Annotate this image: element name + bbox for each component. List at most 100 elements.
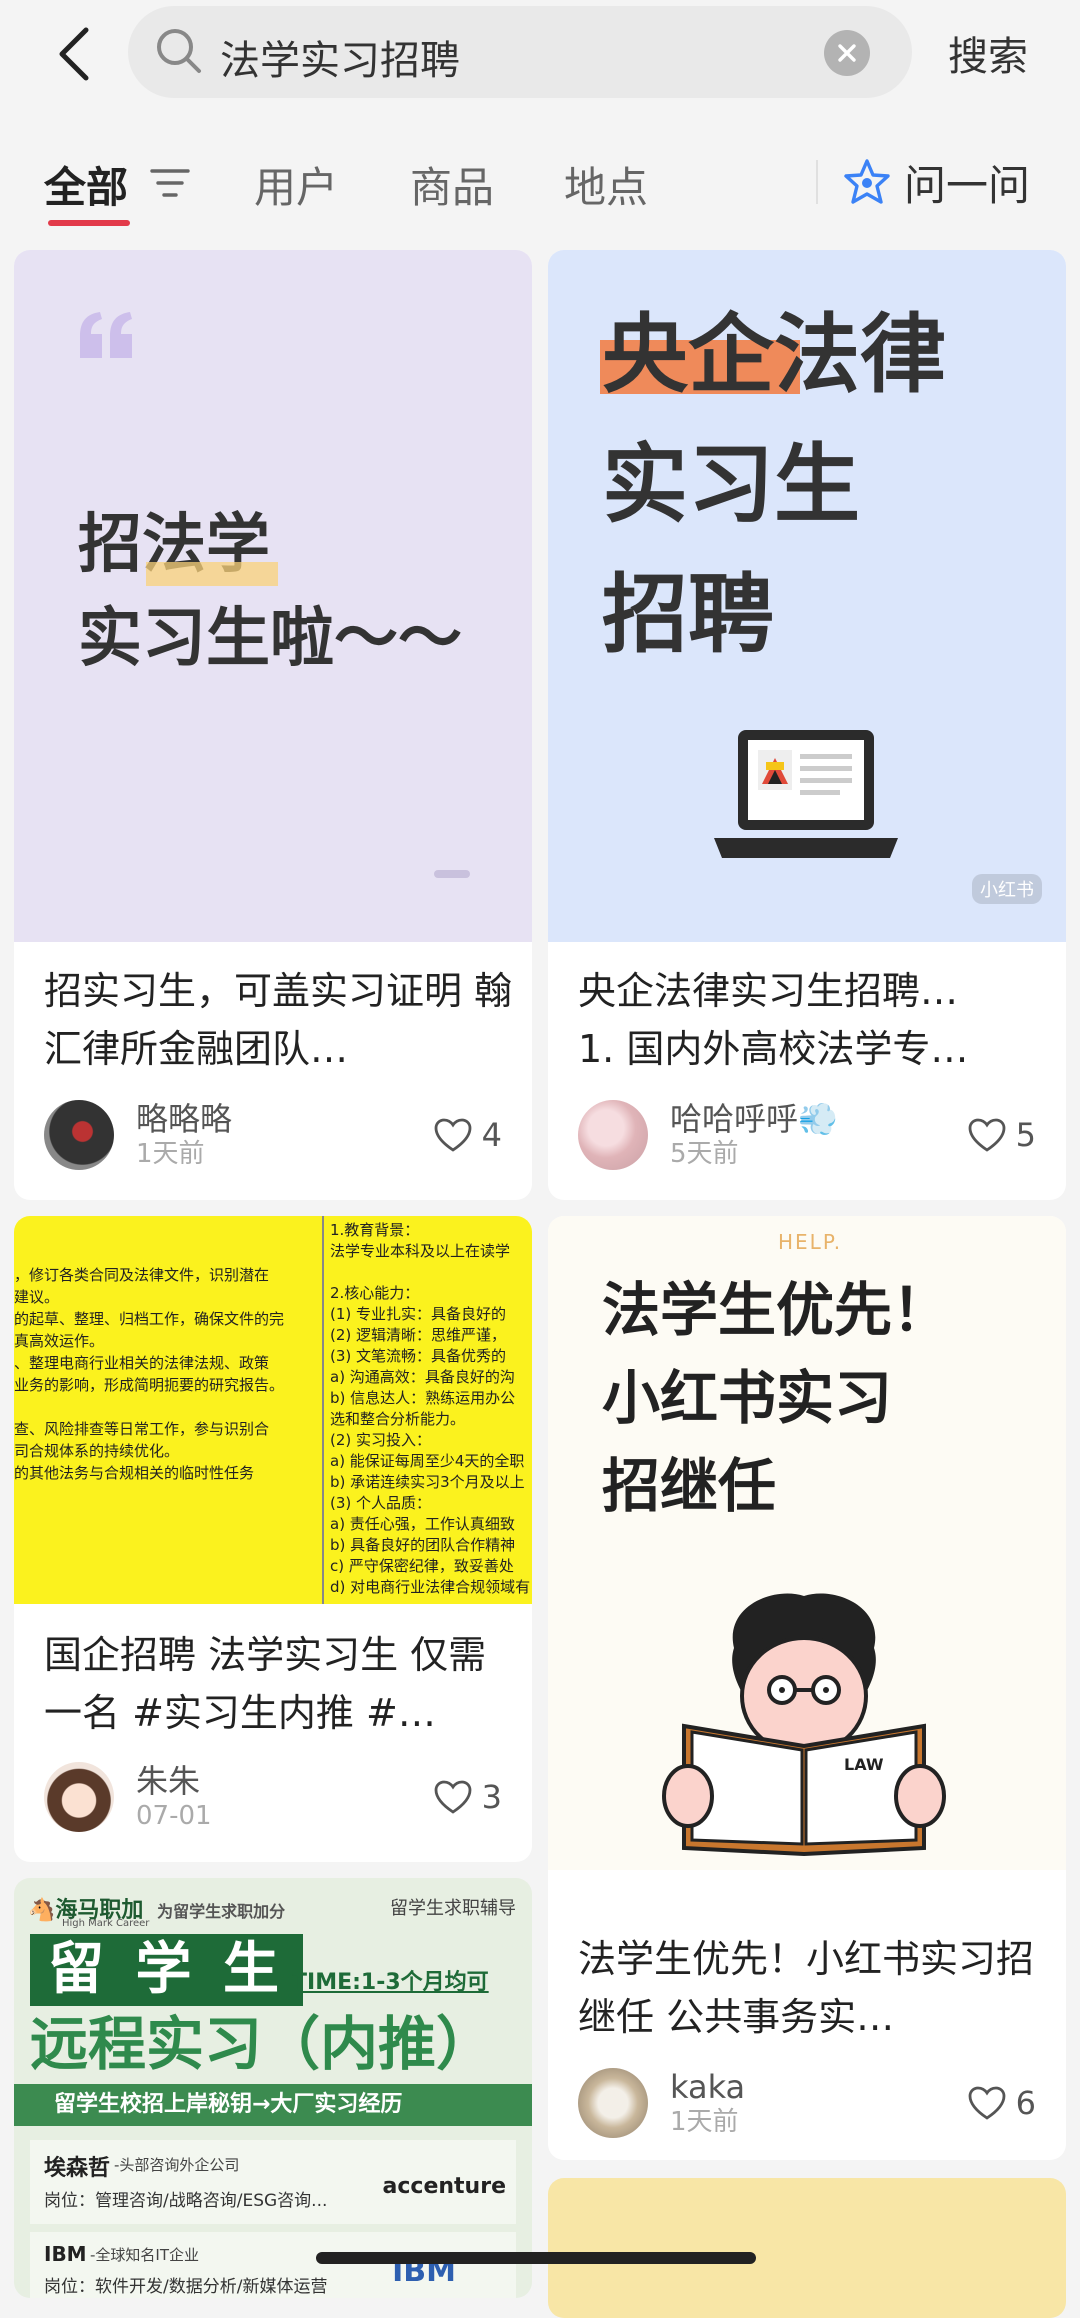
top-bar: 法学实习招聘 搜索 <box>0 0 1080 110</box>
cover-line-2: 小红书实习 <box>602 1364 893 1432</box>
laptop-icon <box>714 730 898 858</box>
cover-text-left: ，修订各类合同及法律文件，识别潜在 建议。 的起草、整理、归档工作，确保文件的完 真高… <box>14 1220 318 1484</box>
cover-text-line <box>330 1262 532 1283</box>
cover-text-line: (2) 逻辑清晰：思维严谨， <box>330 1326 507 1344</box>
active-tab-indicator <box>48 220 130 226</box>
headline-1: 留 学 生 <box>30 1934 303 2006</box>
headline-2: 远程实习（内推） <box>30 2010 495 2078</box>
note-card-3[interactable]: ，修订各类合同及法律文件，识别潜在 建议。 的起草、整理、归档工作，确保文件的完 真高… <box>14 1216 532 1862</box>
cover-text-line: 的起草、整理、归档工作，确保文件的完 <box>14 1310 285 1328</box>
search-box[interactable]: 法学实习招聘 <box>128 6 912 98</box>
cover-text-line: 2.核心能力： <box>330 1284 420 1302</box>
tab-divider <box>816 160 818 204</box>
cover-text-line: a) 能保证每周至少4天的全职 <box>330 1452 525 1470</box>
card-title: 央企法律实习生招聘… 1. 国内外高校法学专… <box>578 969 969 1071</box>
ask-label: 问一问 <box>904 161 1031 210</box>
cover-text-line: 法学专业本科及以上在读学 <box>330 1242 511 1260</box>
avatar <box>578 2068 648 2138</box>
cover-text-line: d) 对电商行业法律合规领域有 <box>330 1578 531 1596</box>
filter-tabs: 全部 用户 商品 地点 问一问 <box>0 130 1080 230</box>
cover-text-line: 司合规体系的持续优化。 <box>14 1442 180 1460</box>
tab-places[interactable]: 地点 <box>564 154 648 215</box>
card-author[interactable]: 哈哈呼呼💨 5天前 <box>578 1100 838 1170</box>
cover-text-line: a) 沟通高效：具备良好的沟 <box>330 1368 515 1386</box>
note-card-6[interactable] <box>548 2178 1066 2318</box>
cover-text-line: 、整理电商行业相关的法律法规、政策 <box>14 1354 270 1372</box>
card-cover: 央企法律 实习生 招聘 小红书 <box>548 250 1066 942</box>
heart-icon <box>434 1780 472 1814</box>
cover-text-line <box>14 1396 318 1418</box>
cover-text-line: b) 信息达人：熟练运用办公 <box>330 1389 516 1407</box>
post-time: 1天前 <box>670 2107 739 2137</box>
author-name: kaka <box>670 2068 746 2106</box>
cover-text-line: c) 严守保密纪律，致妥善处 <box>330 1557 514 1575</box>
avatar <box>44 1100 114 1170</box>
card-title: 国企招聘 法学实习生 仅需一名 #实习生内推 #… <box>44 1633 487 1735</box>
note-card-4[interactable]: HELP. 法学生优先！ 小红书实习 招继任 LAW 法学生优先！小红书实习招继… <box>548 1216 1066 2160</box>
cover-text-line: 业务的影响，形成简明扼要的研究报告。 <box>14 1376 285 1394</box>
watermark: 小红书 <box>972 874 1042 904</box>
cover-text-line: 的其他法务与合规相关的临时性任务 <box>14 1464 255 1482</box>
tab-products[interactable]: 商品 <box>410 154 494 215</box>
cover-text-line: 1.教育背景： <box>330 1221 420 1239</box>
student-reading-illustration: LAW <box>662 1593 946 1856</box>
card-title: 法学生优先！小红书实习招继任 公共事务实… <box>578 1937 1035 2039</box>
cover-text-line: b) 承诺连续实习3个月及以上 <box>330 1473 525 1491</box>
cover-column-divider <box>322 1216 324 1604</box>
note-card-1[interactable]: 招法学 实习生啦～～ 招实习生，可盖实习证明 翰汇律所金融团队… 略略略 1天前 … <box>14 250 532 1200</box>
heart-icon <box>968 1118 1006 1152</box>
highlight-mark <box>146 562 278 586</box>
note-card-5[interactable]: 🐴海马职加 为留学生求职加分 High Mark Career 留学生求职辅导 … <box>14 1878 532 2298</box>
cover-line-2: 实习生 <box>602 435 860 535</box>
heart-icon <box>434 1118 472 1152</box>
search-button[interactable]: 搜索 <box>948 24 1028 82</box>
company-row-2: IBM -全球知名IT企业 岗位：软件开发/数据分析/新媒体运营 IBM <box>30 2232 516 2298</box>
cover-text-line: 真高效运作。 <box>14 1332 105 1350</box>
ask-button[interactable]: 问一问 <box>842 152 1030 213</box>
card-author[interactable]: kaka 1天前 <box>578 2068 745 2138</box>
like-button[interactable]: 4 <box>434 1116 502 1154</box>
back-button[interactable] <box>44 24 104 84</box>
ask-star-icon <box>844 158 890 204</box>
post-time: 07-01 <box>136 1801 212 1831</box>
tab-users[interactable]: 用户 <box>254 154 338 215</box>
cover-text-line: (3) 个人品质： <box>330 1494 432 1512</box>
cover-text-line: b) 具备良好的团队合作精神 <box>330 1536 516 1554</box>
author-name: 略略略 <box>136 1100 233 1138</box>
book-label: LAW <box>844 1755 884 1774</box>
cover-line-3: 招聘 <box>602 565 774 665</box>
filter-icon[interactable] <box>150 168 190 198</box>
card-cover: ，修订各类合同及法律文件，识别潜在 建议。 的起草、整理、归档工作，确保文件的完 真高… <box>14 1216 532 1604</box>
author-name: 哈哈呼呼💨 <box>670 1100 838 1138</box>
company-row-1: 埃森哲 -头部咨询外企公司 岗位：管理咨询/战略咨询/ESG咨询... acce… <box>30 2140 516 2224</box>
note-card-2[interactable]: 央企法律 实习生 招聘 小红书 央企法律实习生招聘… 1. 国内外高校法学专… … <box>548 250 1066 1200</box>
cover-text-right: 1.教育背景： 法学专业本科及以上在读学 2.核心能力： (1) 专业扎实：具备良好… <box>330 1220 532 1598</box>
like-count: 6 <box>1015 2084 1036 2122</box>
like-button[interactable]: 3 <box>434 1778 502 1816</box>
search-input[interactable]: 法学实习招聘 <box>220 28 460 86</box>
back-arrow-icon <box>59 27 89 81</box>
cover-line-1: 央企法律 <box>602 305 946 405</box>
like-button[interactable]: 5 <box>968 1116 1036 1154</box>
card-author[interactable]: 略略略 1天前 <box>44 1100 232 1170</box>
cover-text-line: (1) 专业扎实：具备良好的 <box>330 1305 507 1323</box>
brand-english: High Mark Career <box>62 1918 150 1929</box>
card-author[interactable]: 朱朱 07-01 <box>44 1762 212 1832</box>
card-cover: HELP. 法学生优先！ 小红书实习 招继任 LAW <box>548 1216 1066 1870</box>
cover-text-line: (3) 文笔流畅：具备优秀的 <box>330 1347 507 1365</box>
card-cover: 招法学 实习生啦～～ <box>14 250 532 942</box>
like-count: 5 <box>1015 1116 1036 1154</box>
cover-line-3: 招继任 <box>602 1452 777 1520</box>
cover-line-1: 法学生优先！ <box>602 1276 951 1344</box>
avatar <box>44 1762 114 1832</box>
like-count: 3 <box>481 1778 502 1816</box>
tab-all[interactable]: 全部 <box>44 154 128 215</box>
time-text: TIME:1-3个月均可 <box>292 1970 489 1995</box>
quote-icon <box>80 312 132 358</box>
cover-dash <box>434 870 470 878</box>
home-indicator <box>316 2252 756 2264</box>
clear-icon[interactable] <box>824 30 870 76</box>
cover-text-line <box>14 1242 318 1264</box>
tagline: 留学生求职辅导 <box>390 1898 516 1919</box>
like-button[interactable]: 6 <box>968 2084 1036 2122</box>
